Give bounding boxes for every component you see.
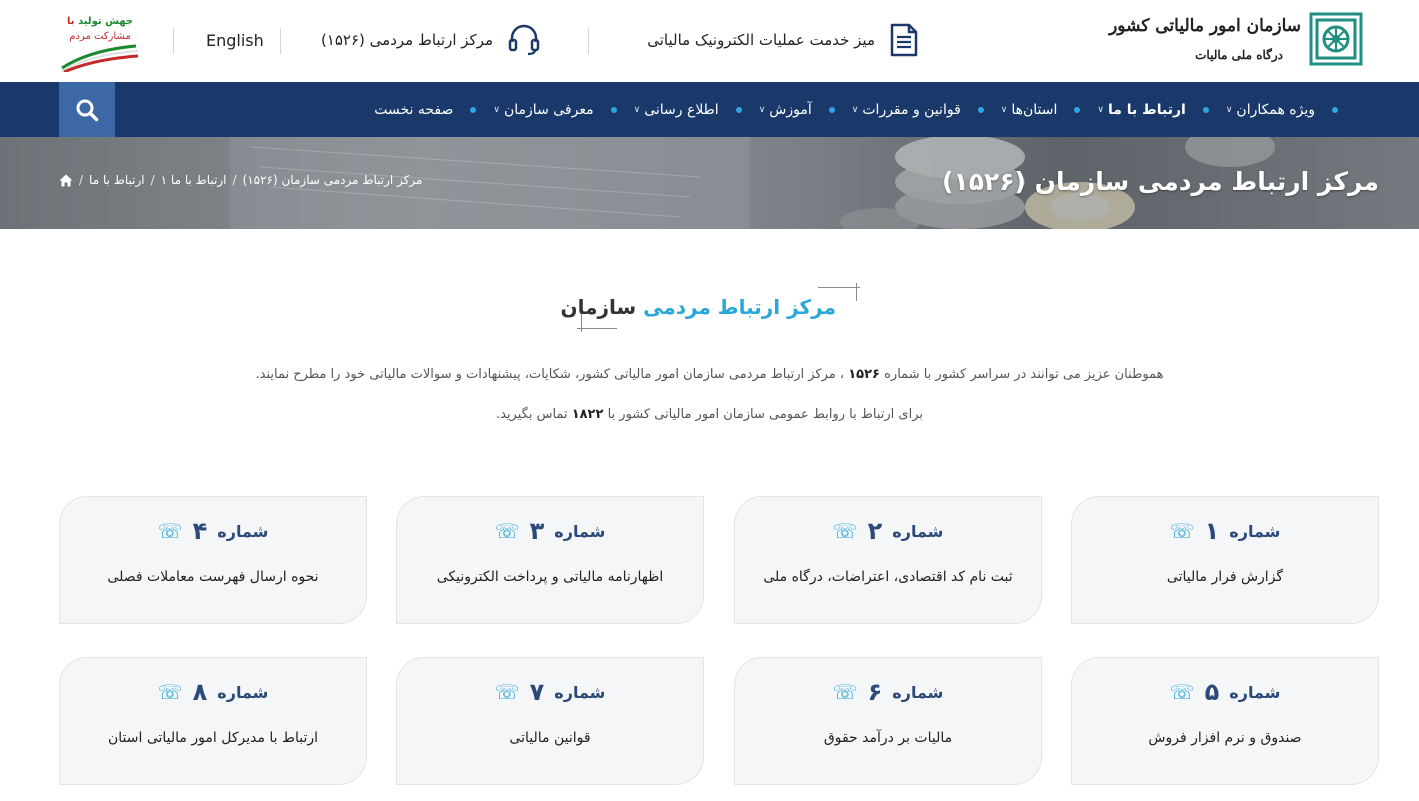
header-divider	[280, 28, 281, 54]
breadcrumb-item[interactable]: ارتباط با ما	[89, 173, 145, 187]
main-navigation: صفحه نخست معرفی سازمان ∨ اطلاع رسانی ∨ آمو…	[0, 82, 1419, 137]
language-switch-link[interactable]: English	[206, 31, 264, 50]
contact-center-link[interactable]: مرکز ارتباط مردمی (۱۵۲۶)	[321, 22, 541, 58]
option-card-6[interactable]: شماره ۶ ☏ مالیات بر درآمد حقوق	[734, 657, 1042, 785]
nav-separator-dot	[1202, 106, 1209, 113]
breadcrumb-separator: /	[150, 173, 155, 187]
card-number-row: شماره ۷ ☏	[494, 678, 606, 706]
breadcrumb-item[interactable]: ارتباط با ما ۱	[161, 173, 227, 187]
decorative-line	[577, 328, 617, 329]
chevron-down-icon: ∨	[851, 104, 859, 115]
flag-ribbon-icon	[61, 44, 139, 72]
header-divider	[588, 28, 589, 54]
phone-icon: ☏	[832, 519, 858, 543]
card-description: اظهارنامه مالیاتی و پرداخت الکترونیکی	[436, 569, 664, 585]
document-icon	[890, 23, 918, 57]
phone-icon: ☏	[1169, 680, 1195, 704]
card-number-row: شماره ۵ ☏	[1169, 678, 1281, 706]
card-description: مالیات بر درآمد حقوق	[823, 730, 953, 746]
header-divider	[173, 28, 174, 54]
chevron-down-icon: ∨	[1000, 104, 1008, 115]
decorative-line	[856, 283, 857, 301]
card-number-row: شماره ۳ ☏	[494, 517, 606, 545]
option-card-8[interactable]: شماره ۸ ☏ ارتباط با مدیرکل امور مالیاتی ا…	[59, 657, 367, 785]
contact-center-label: مرکز ارتباط مردمی (۱۵۲۶)	[320, 31, 493, 49]
service-desk-label: میز خدمت عملیات الکترونیک مالیاتی	[647, 31, 875, 49]
section-heading: مرکز ارتباط مردمی سازمان	[0, 283, 1419, 333]
service-desk-link[interactable]: میز خدمت عملیات الکترونیک مالیاتی	[647, 22, 919, 58]
breadcrumb-separator: /	[232, 173, 237, 187]
card-number-row: شماره ۱ ☏	[1169, 517, 1281, 545]
phone-icon: ☏	[494, 680, 520, 704]
card-description: ثبت نام کد اقتصادی، اعتراضات، درگاه ملی	[763, 569, 1013, 585]
breadcrumb: / ارتباط با ما / ارتباط با ما ۱ / مرکز ا…	[59, 173, 422, 187]
nav-separator-dot	[735, 106, 742, 113]
hotline-number: ۱۵۲۶	[848, 367, 880, 382]
slogan-logo: جهش تولید با مشارکت مردم	[60, 14, 140, 72]
home-icon[interactable]	[59, 174, 73, 187]
chevron-down-icon: ∨	[1225, 104, 1233, 115]
intro-paragraph-pr: برای ارتباط با روابط عمومی سازمان امور م…	[495, 407, 924, 422]
slogan-line2: مشارکت مردم	[69, 31, 131, 42]
section-title-highlight: مرکز ارتباط مردمی	[643, 295, 836, 319]
card-description: صندوق و نرم افزار فروش	[1148, 730, 1302, 746]
nav-item-laws[interactable]: قوانین و مقررات ∨	[846, 102, 967, 118]
nav-separator-dot	[610, 106, 617, 113]
nav-separator-dot	[1074, 106, 1081, 113]
nav-item-about[interactable]: معرفی سازمان ∨	[487, 102, 599, 118]
search-button[interactable]	[59, 82, 115, 137]
tax-organization-emblem-icon	[1309, 12, 1363, 66]
nav-separator-dot	[977, 106, 984, 113]
card-description: ارتباط با مدیرکل امور مالیاتی استان	[108, 730, 318, 746]
pr-number: ۱۸۲۲	[571, 407, 604, 422]
nav-item-contact[interactable]: ارتباط با ما ∨	[1091, 102, 1191, 118]
nav-item-education[interactable]: آموزش ∨	[753, 102, 818, 118]
top-header: سازمان امور مالیاتی کشور درگاه ملی مالیا…	[0, 0, 1419, 82]
page-title: مرکز ارتباط مردمی سازمان (۱۵۲۶)	[942, 167, 1379, 196]
chevron-down-icon: ∨	[493, 104, 500, 115]
chevron-down-icon: ∨	[1097, 104, 1104, 115]
section-title-rest: سازمان	[560, 295, 637, 319]
phone-icon: ☏	[494, 519, 520, 543]
nav-item-provinces[interactable]: استان‌ها ∨	[995, 102, 1064, 118]
nav-menu: صفحه نخست معرفی سازمان ∨ اطلاع رسانی ∨ آمو…	[368, 82, 1349, 137]
nav-separator-dot	[828, 106, 835, 113]
slogan-line1: جهش تولید با	[66, 16, 134, 27]
breadcrumb-current: مرکز ارتباط مردمی سازمان (۱۵۲۶)	[242, 173, 423, 187]
card-description: گزارش فرار مالیاتی	[1166, 569, 1284, 585]
site-logo[interactable]: سازمان امور مالیاتی کشور درگاه ملی مالیا…	[1109, 10, 1363, 72]
phone-icon: ☏	[832, 680, 858, 704]
headset-icon	[508, 24, 540, 56]
option-card-3[interactable]: شماره ۳ ☏ اظهارنامه مالیاتی و پرداخت الکت…	[396, 496, 704, 624]
nav-separator-dot	[1332, 106, 1338, 113]
logo-title: سازمان امور مالیاتی کشور	[1109, 16, 1301, 36]
intro-paragraph: هموطنان عزیز می توانند در سراسر کشور با …	[255, 367, 1164, 382]
option-card-1[interactable]: شماره ۱ ☏ گزارش فرار مالیاتی	[1071, 496, 1379, 624]
breadcrumb-separator: /	[79, 173, 84, 187]
chevron-down-icon: ∨	[633, 104, 641, 115]
card-description: قوانین مالیاتی	[509, 730, 591, 746]
card-number-row: شماره ۲ ☏	[832, 517, 944, 545]
page-banner: مرکز ارتباط مردمی سازمان (۱۵۲۶) / ارتباط…	[0, 137, 1419, 229]
nav-item-home[interactable]: صفحه نخست	[368, 102, 459, 118]
logo-subtitle: درگاه ملی مالیات	[1195, 48, 1283, 62]
phone-icon: ☏	[157, 519, 183, 543]
nav-item-news[interactable]: اطلاع رسانی ∨	[628, 102, 725, 118]
card-description: نحوه ارسال فهرست معاملات فصلی	[107, 569, 319, 585]
option-card-4[interactable]: شماره ۴ ☏ نحوه ارسال فهرست معاملات فصلی	[59, 496, 367, 624]
nav-item-staff[interactable]: ویژه همکاران ∨	[1220, 102, 1321, 118]
card-number-row: شماره ۶ ☏	[832, 678, 944, 706]
search-icon	[76, 99, 99, 121]
phone-icon: ☏	[1169, 519, 1195, 543]
card-number-row: شماره ۴ ☏	[157, 517, 269, 545]
option-card-7[interactable]: شماره ۷ ☏ قوانین مالیاتی	[396, 657, 704, 785]
phone-icon: ☏	[157, 680, 183, 704]
nav-separator-dot	[470, 106, 477, 113]
option-card-5[interactable]: شماره ۵ ☏ صندوق و نرم افزار فروش	[1071, 657, 1379, 785]
decorative-line	[818, 287, 860, 288]
card-number-row: شماره ۸ ☏	[157, 678, 269, 706]
option-card-2[interactable]: شماره ۲ ☏ ثبت نام کد اقتصادی، اعتراضات، د…	[734, 496, 1042, 624]
section-title: مرکز ارتباط مردمی سازمان	[561, 295, 836, 319]
chevron-down-icon: ∨	[758, 104, 766, 115]
